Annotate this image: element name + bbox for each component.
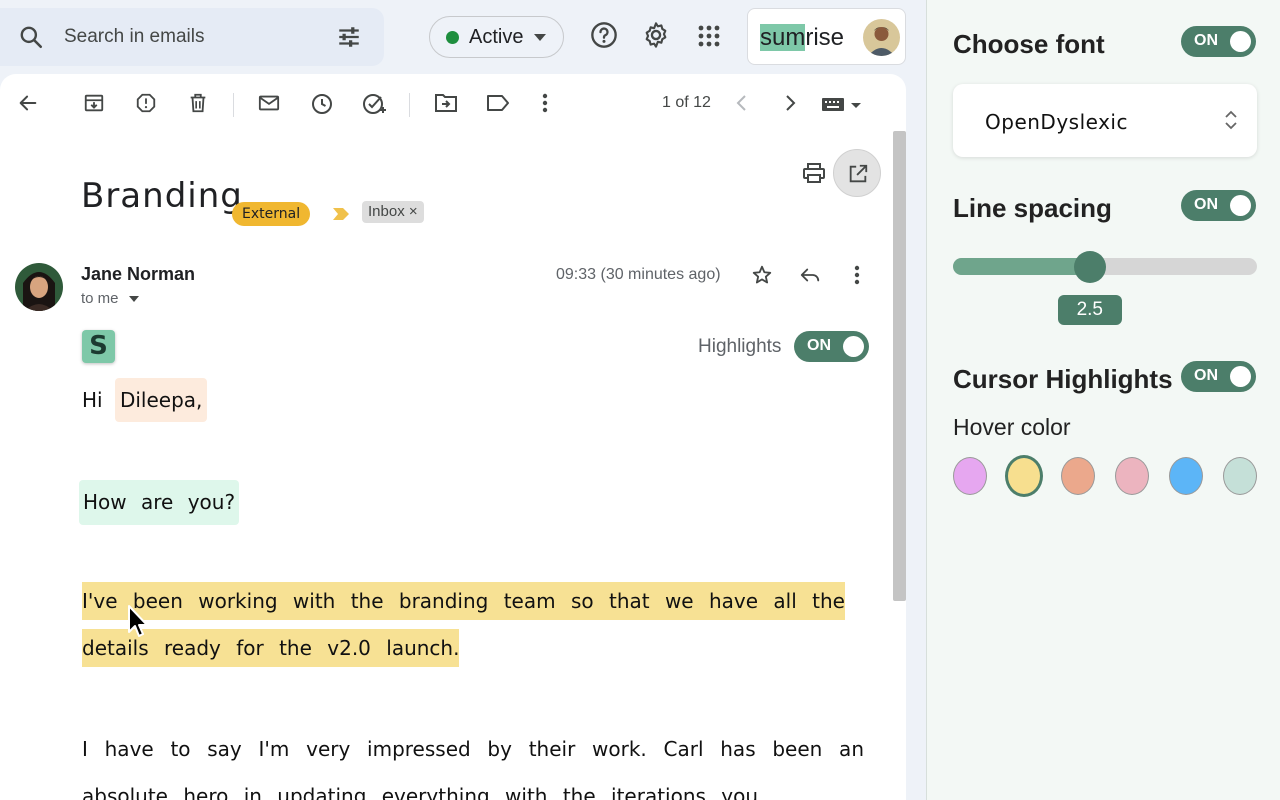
font-select-value: OpenDyslexic (985, 110, 1128, 134)
scrollbar[interactable] (893, 131, 906, 601)
sumrise-badge: S (82, 330, 115, 363)
brand-logo: sumrise (760, 24, 845, 51)
recipient-summary[interactable]: to me (81, 290, 119, 307)
status-dropdown[interactable]: Active (429, 16, 564, 58)
search-options-icon[interactable] (336, 24, 362, 50)
hover-color-label: Hover color (953, 414, 1071, 440)
hover-color-swatch[interactable] (953, 457, 987, 495)
next-chevron-icon[interactable] (783, 92, 797, 114)
open-in-new-window-button[interactable] (833, 149, 881, 197)
chevron-down-icon (534, 34, 546, 41)
email-paragraph: I have to say I'm very impressed by thei… (82, 737, 864, 800)
keyboard-input-icon[interactable] (822, 96, 862, 112)
toggle-knob (1230, 31, 1251, 52)
mark-unread-icon[interactable] (258, 92, 280, 114)
apps-grid-icon[interactable] (697, 24, 721, 48)
external-label-chip: External (232, 202, 311, 226)
inbox-label-chip[interactable]: Inbox × (362, 201, 424, 223)
recipient-name-highlight: Dileepa, (114, 378, 208, 422)
line-spacing-toggle[interactable]: ON (1181, 190, 1256, 221)
move-to-folder-icon[interactable] (434, 92, 458, 114)
search-icon[interactable] (18, 24, 44, 50)
select-updown-icon (1225, 110, 1237, 130)
line-spacing-slider-fill (953, 258, 1094, 275)
font-toggle[interactable]: ON (1181, 26, 1256, 57)
sender-name: Jane Norman (81, 264, 196, 284)
font-select[interactable]: OpenDyslexic (953, 84, 1257, 157)
reply-icon[interactable] (799, 264, 821, 286)
hover-color-swatch[interactable] (1169, 457, 1203, 495)
greeting-line: Hi Dileepa, (82, 378, 208, 422)
back-arrow-icon[interactable] (17, 92, 39, 114)
report-spam-icon[interactable] (135, 92, 157, 114)
add-task-icon[interactable] (362, 92, 388, 116)
account-avatar[interactable] (863, 19, 900, 56)
more-vertical-icon[interactable] (852, 264, 862, 286)
hover-color-swatch[interactable] (1061, 457, 1095, 495)
toggle-knob (843, 336, 864, 357)
help-icon[interactable] (590, 21, 618, 49)
pagination-count: 1 of 12 (662, 94, 711, 111)
hover-color-swatch[interactable] (1115, 457, 1149, 495)
cursor-highlights-heading: Cursor Highlights (953, 364, 1173, 394)
snooze-clock-icon[interactable] (310, 92, 334, 116)
print-icon[interactable] (802, 161, 826, 185)
highlighted-paragraph: I've been working with the branding team… (82, 578, 862, 672)
toolbar-divider (409, 93, 410, 117)
line-spacing-heading: Line spacing (953, 193, 1112, 223)
importance-marker-icon[interactable] (333, 208, 349, 220)
status-label: Active (469, 26, 524, 48)
highlights-label: Highlights (698, 336, 782, 357)
chevron-down-icon[interactable] (129, 296, 139, 302)
toolbar-divider (233, 93, 234, 117)
email-timestamp: 09:33 (30 minutes ago) (556, 266, 721, 283)
search-bar[interactable]: Search in emails (0, 8, 384, 66)
cursor-highlights-toggle[interactable]: ON (1181, 361, 1256, 392)
previous-chevron-icon[interactable] (735, 92, 749, 114)
more-vertical-icon[interactable] (540, 92, 550, 114)
active-status-dot (446, 31, 459, 44)
sumrise-account-button[interactable]: sumrise (747, 8, 906, 65)
hover-color-swatch[interactable] (1223, 457, 1257, 495)
hover-color-swatch[interactable] (1005, 455, 1043, 497)
settings-panel: Choose font ON OpenDyslexic Line spacing… (926, 0, 1280, 800)
delete-trash-icon[interactable] (187, 92, 209, 114)
toggle-knob (1230, 366, 1251, 387)
open-external-icon (849, 164, 868, 183)
search-input[interactable]: Search in emails (64, 26, 204, 48)
archive-icon[interactable] (83, 92, 105, 114)
mouse-cursor-icon (128, 605, 148, 637)
email-subject: Branding (81, 176, 243, 216)
line-spacing-value: 2.5 (1057, 295, 1122, 325)
star-icon[interactable] (751, 264, 773, 286)
email-view: 1 of 12 Branding External Inbox × Jane N… (0, 74, 906, 800)
remove-label-icon[interactable]: × (409, 203, 418, 220)
label-tag-icon[interactable] (486, 92, 510, 114)
sender-avatar[interactable] (15, 263, 63, 311)
highlights-toggle[interactable]: ON (794, 331, 869, 362)
question-line: How are you? (79, 480, 240, 525)
toggle-knob (1230, 195, 1251, 216)
choose-font-heading: Choose font (953, 29, 1105, 59)
settings-gear-icon[interactable] (642, 21, 670, 49)
line-spacing-slider-handle[interactable] (1073, 251, 1106, 283)
